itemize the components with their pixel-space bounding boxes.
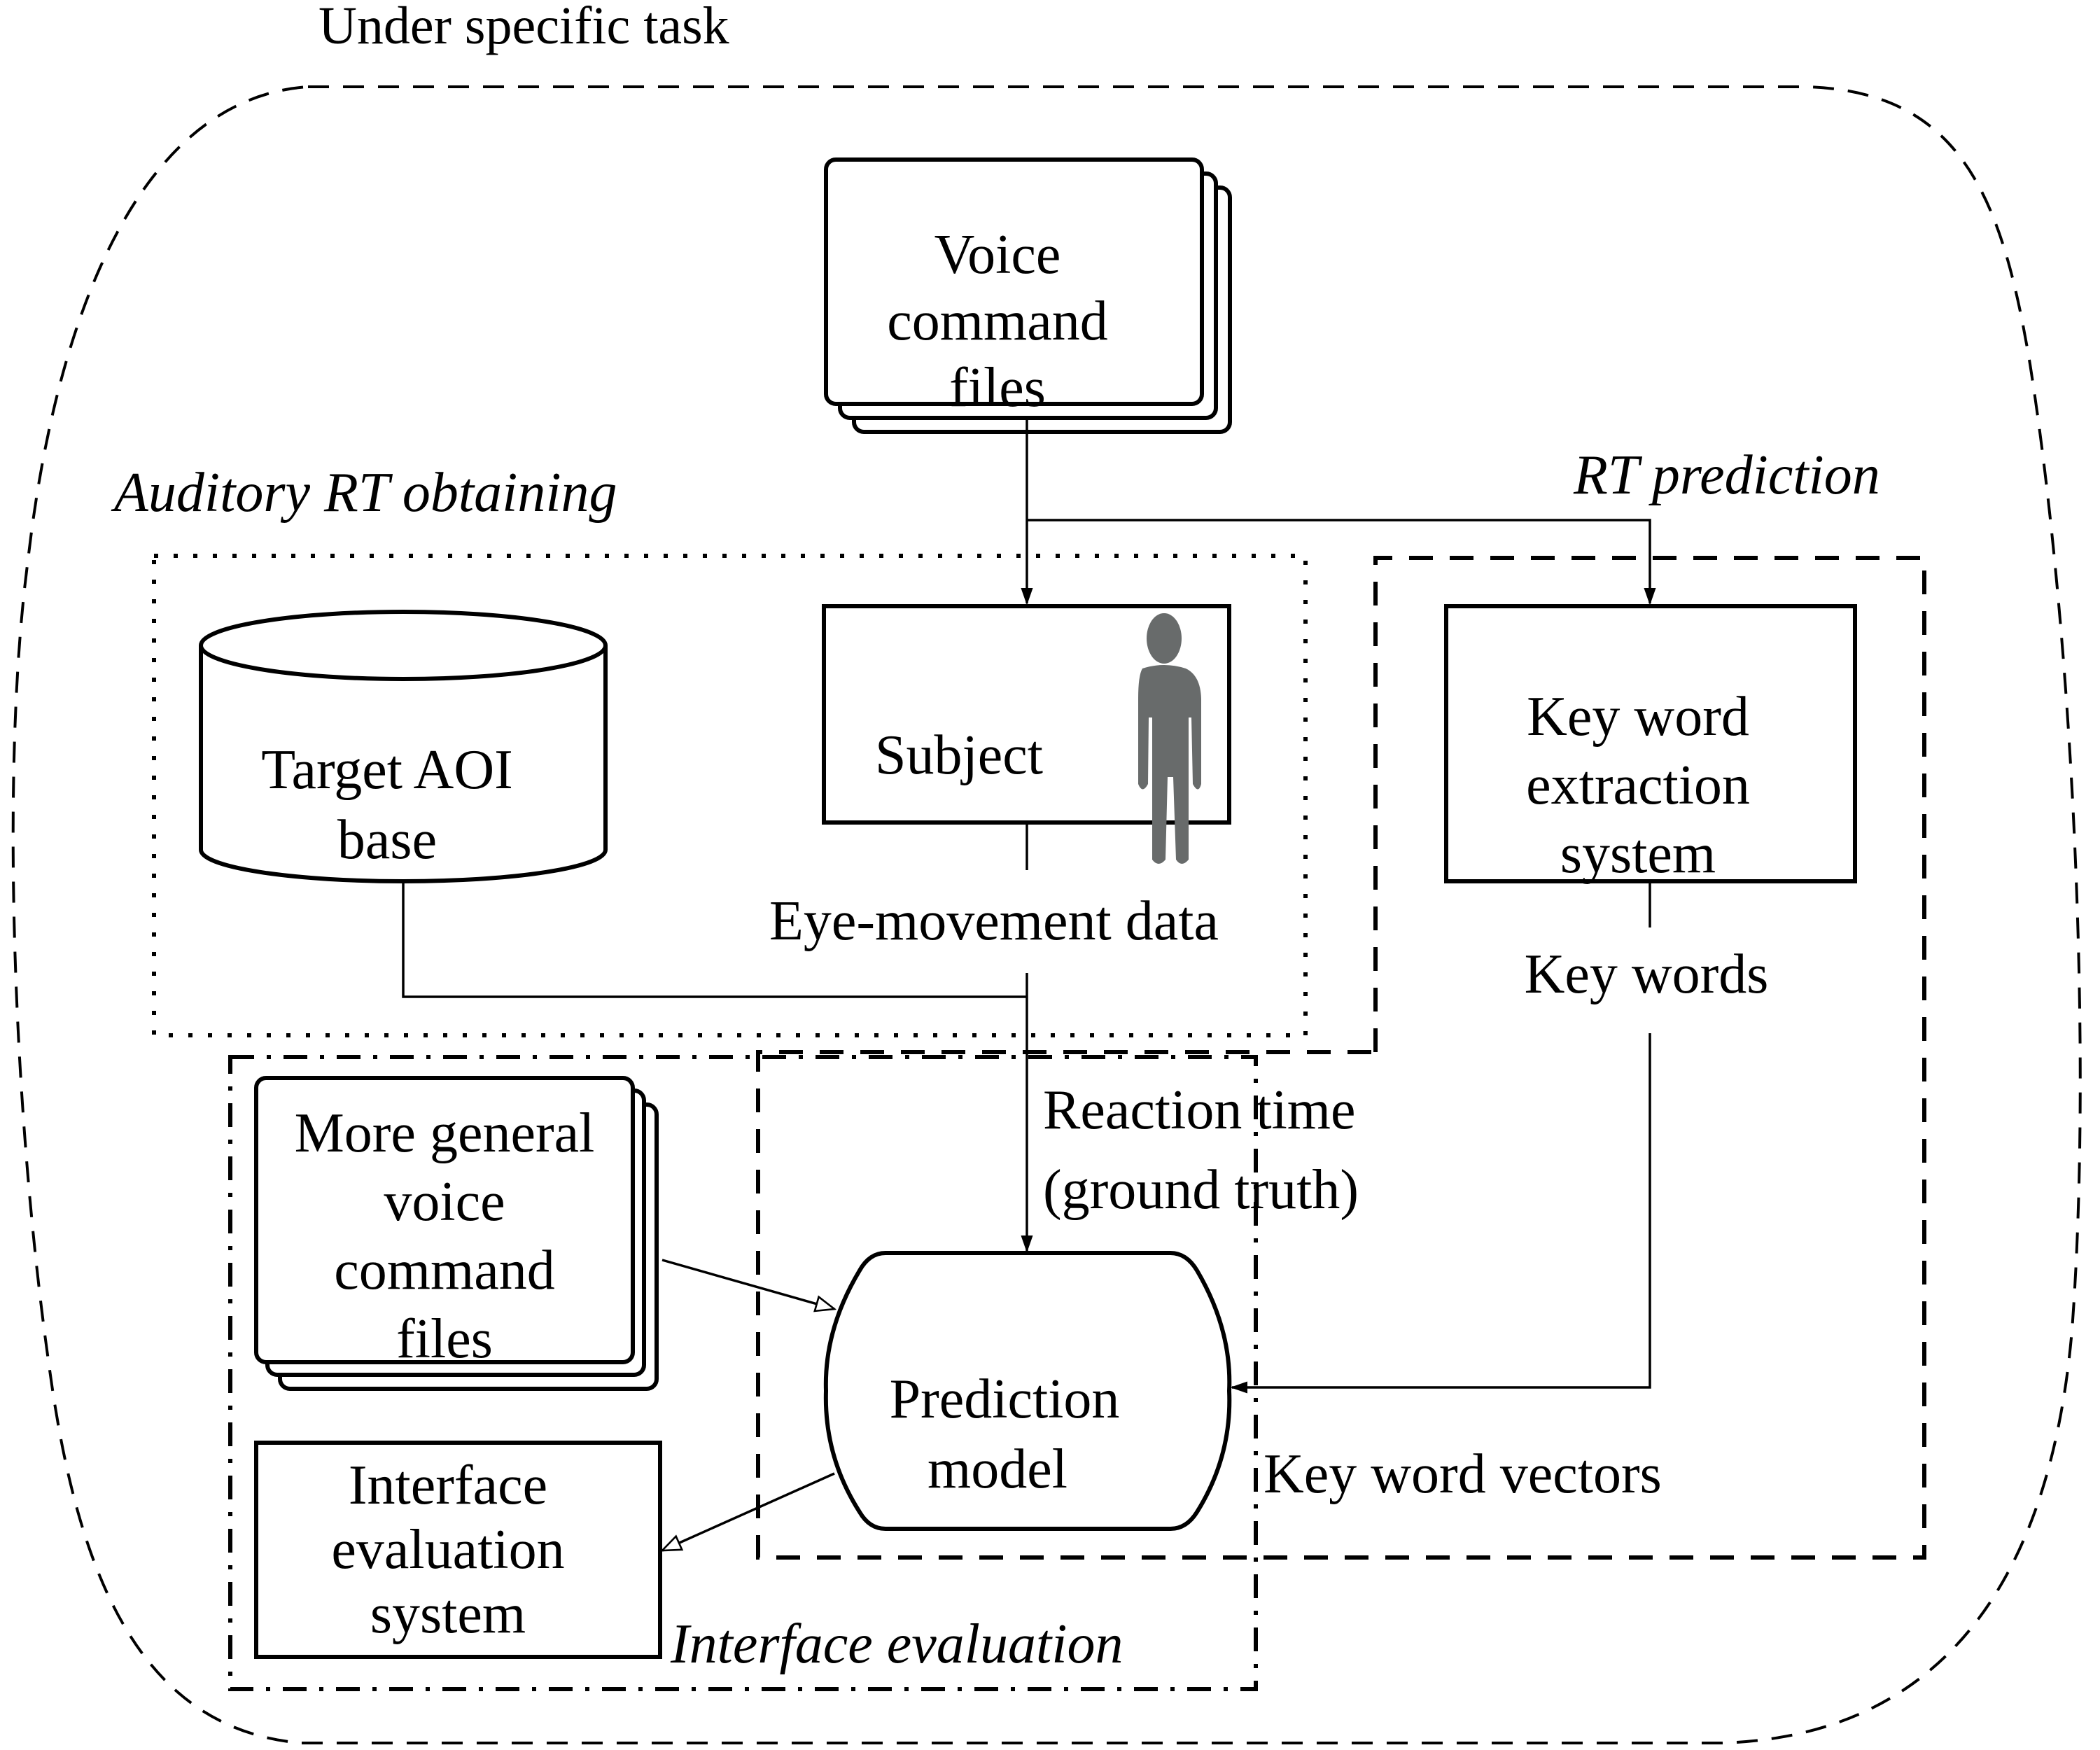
target-aoi-node[interactable]: Target AOI base bbox=[199, 610, 608, 883]
keyword-system-line-1: Key word bbox=[1527, 686, 1749, 748]
voice-files-line-2: command bbox=[887, 290, 1107, 352]
reaction-time-line-1: Reaction time bbox=[1043, 1079, 1356, 1141]
interface-system-node[interactable]: Interface evaluation system bbox=[254, 1441, 662, 1659]
eye-movement-label: Eye-movement data bbox=[769, 890, 1219, 952]
general-voice-line-2: voice bbox=[384, 1171, 505, 1233]
subject-label: Subject bbox=[875, 724, 1043, 786]
edge-general-to-model bbox=[662, 1259, 834, 1309]
general-voice-line-3: command bbox=[334, 1240, 554, 1301]
region-label-rt-prediction: RT prediction bbox=[1573, 444, 1880, 506]
keyword-system-node[interactable]: Key word extraction system bbox=[1444, 604, 1857, 885]
region-label-interface-evaluation: Interface evaluation bbox=[670, 1614, 1123, 1675]
keyword-system-line-2: extraction bbox=[1526, 755, 1750, 816]
general-voice-line-1: More general bbox=[295, 1102, 595, 1164]
flow-diagram: Under specific task Auditory RT obtainin… bbox=[11, 0, 2082, 1744]
prediction-model-node[interactable]: Prediction model bbox=[823, 1251, 1232, 1531]
interface-system-line-2: evaluation bbox=[331, 1519, 564, 1581]
diagram-title: Under specific task bbox=[318, 0, 729, 55]
key-word-vectors-label: Key word vectors bbox=[1264, 1443, 1662, 1505]
interface-system-line-3: system bbox=[370, 1583, 526, 1645]
edge-voice-to-keyword bbox=[1027, 519, 1656, 606]
voice-files-line-1: Voice bbox=[934, 224, 1061, 286]
keyword-system-line-3: system bbox=[1560, 823, 1716, 885]
voice-files-line-3: files bbox=[949, 357, 1046, 419]
target-aoi-line-1: Target AOI bbox=[261, 739, 513, 801]
key-words-label: Key words bbox=[1525, 944, 1769, 1005]
target-aoi-line-2: base bbox=[337, 809, 437, 871]
voice-files-node[interactable]: Voice command files bbox=[824, 158, 1232, 434]
edge-model-to-interface bbox=[662, 1472, 835, 1552]
general-voice-line-4: files bbox=[396, 1308, 493, 1370]
reaction-time-line-2: (ground truth) bbox=[1043, 1159, 1359, 1221]
general-voice-files-node[interactable]: More general voice command files bbox=[254, 1076, 659, 1391]
interface-system-line-1: Interface bbox=[349, 1455, 547, 1516]
prediction-model-line-1: Prediction bbox=[890, 1368, 1120, 1430]
region-label-auditory: Auditory RT obtaining bbox=[111, 462, 617, 524]
prediction-model-line-2: model bbox=[927, 1438, 1068, 1500]
